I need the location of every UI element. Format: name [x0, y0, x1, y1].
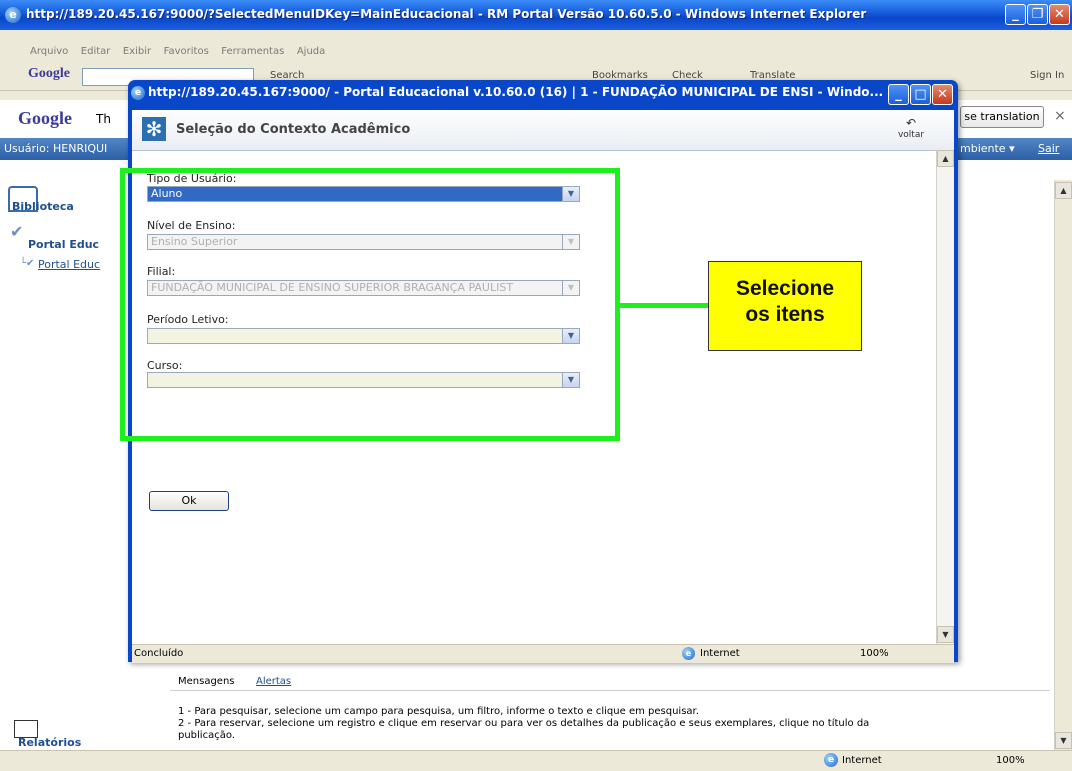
google-toolbar-logo: Google — [28, 66, 70, 81]
maximize-button[interactable]: ❐ — [1027, 4, 1048, 25]
ambiente-label: mbiente — [960, 142, 1006, 155]
back-arrow-icon: ↶ — [905, 116, 917, 130]
main-status-bar: Internet 100% — [0, 750, 1072, 771]
popup-status-bar: Concluído Internet 100% — [132, 644, 954, 663]
ok-button[interactable]: Ok — [149, 491, 229, 511]
main-window-titlebar[interactable]: http://189.20.45.167:9000/?SelectedMenuI… — [0, 0, 1072, 30]
popup-status-zone: Internet — [700, 648, 740, 659]
message-line-2: 2 - Para reservar, selecione um registro… — [178, 718, 870, 729]
voltar-label: voltar — [897, 130, 925, 140]
menu-items: Arquivo Editar Exibir Favoritos Ferramen… — [30, 44, 334, 57]
popup-title: http://189.20.45.167:9000/ - Portal Educ… — [148, 85, 884, 99]
status-zoom[interactable]: 100% — [996, 755, 1025, 766]
ambiente-menu[interactable]: mbiente ▾ — [960, 142, 1015, 155]
status-internet: Internet — [842, 755, 882, 766]
sidebar: Biblioteca ✔ Portal Educ └✔ Portal Educ … — [0, 160, 130, 750]
portal-logo-icon: ✻ — [142, 117, 166, 141]
scroll-up-icon[interactable]: ▲ — [1055, 182, 1072, 199]
callout-line-1: Selecione — [735, 277, 835, 300]
globe-icon — [824, 753, 838, 767]
minimize-button[interactable]: _ — [1005, 4, 1026, 25]
google-logo: Google — [18, 108, 72, 128]
divider — [170, 690, 1050, 691]
message-line-3: publicação. — [178, 730, 235, 741]
popup-ie-icon — [131, 86, 145, 100]
toolbar-sign-in[interactable]: Sign In — [1030, 70, 1064, 81]
menu-editar[interactable]: Editar — [81, 46, 111, 57]
sidebar-portal-link[interactable]: Portal Educ — [38, 258, 100, 271]
sair-link[interactable]: Sair — [1038, 142, 1059, 155]
highlight-connector — [620, 303, 712, 308]
popup-scrollbar[interactable]: ▲ ▼ — [936, 150, 954, 644]
popup-scroll-down-icon[interactable]: ▼ — [937, 626, 954, 643]
show-translation-button[interactable]: se translation — [960, 106, 1044, 128]
sidebar-biblioteca[interactable]: Biblioteca — [12, 200, 74, 213]
popup-scroll-up-icon[interactable]: ▲ — [937, 150, 954, 167]
popup-globe-icon — [682, 647, 695, 660]
highlight-box — [120, 168, 620, 441]
context-header: ✻ Seleção do Contexto Acadêmico ↶ voltar — [132, 110, 954, 151]
callout-line-2: os itens — [745, 303, 825, 326]
tab-mensagens[interactable]: Mensagens — [178, 676, 235, 687]
ie-icon — [5, 7, 21, 23]
main-window-title: http://189.20.45.167:9000/?SelectedMenuI… — [26, 7, 867, 21]
menu-arquivo[interactable]: Arquivo — [30, 46, 68, 57]
tree-check-icon: └✔ — [20, 258, 35, 269]
menu-favoritos[interactable]: Favoritos — [164, 46, 209, 57]
popup-status-zoom[interactable]: 100% — [860, 648, 889, 659]
sidebar-portal[interactable]: Portal Educ — [28, 238, 99, 251]
user-label: Usuário: HENRIQUI — [4, 142, 108, 155]
messages-panel: Mensagens Alertas 1 - Para pesquisar, se… — [170, 668, 1050, 748]
popup-status-text: Concluído — [134, 648, 184, 659]
menu-ajuda[interactable]: Ajuda — [297, 46, 325, 57]
voltar-button[interactable]: ↶ voltar — [896, 116, 926, 140]
popup-maximize-button[interactable]: □ — [910, 84, 931, 105]
check-icon: ✔ — [10, 222, 24, 241]
message-line-1: 1 - Para pesquisar, selecione um campo p… — [178, 706, 699, 717]
sidebar-relatorios[interactable]: Relatórios — [18, 736, 81, 749]
close-translate-icon[interactable]: × — [1054, 108, 1066, 124]
close-button[interactable]: ✕ — [1049, 4, 1070, 25]
instruction-callout: Selecione os itens — [708, 261, 862, 351]
context-title: Seleção do Contexto Acadêmico — [176, 122, 411, 137]
scroll-down-icon[interactable]: ▼ — [1055, 732, 1072, 749]
tab-alertas[interactable]: Alertas — [256, 676, 291, 687]
translate-text: Th — [96, 112, 111, 126]
menu-exibir[interactable]: Exibir — [123, 46, 151, 57]
menu-ferramentas[interactable]: Ferramentas — [221, 46, 284, 57]
main-scrollbar[interactable]: ▲ ▼ — [1054, 180, 1072, 770]
popup-close-button[interactable]: ✕ — [932, 84, 953, 105]
menu-bar: Arquivo Editar Exibir Favoritos Ferramen… — [0, 30, 1072, 66]
popup-minimize-button[interactable]: _ — [888, 84, 909, 105]
